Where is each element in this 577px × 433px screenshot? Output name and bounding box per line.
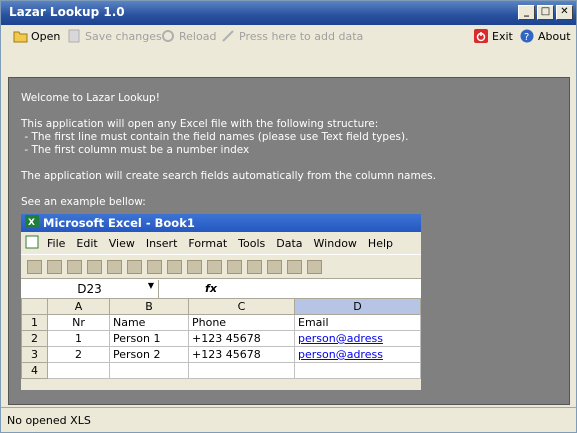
info-line-5: See an example bellow: xyxy=(21,196,146,208)
excel-tool-icon xyxy=(287,259,302,274)
excel-cell: +123 45678 xyxy=(188,346,295,363)
excel-tool-icon xyxy=(67,259,82,274)
excel-formula-bar: D23 ▼ fx xyxy=(21,278,421,298)
save-icon xyxy=(67,29,81,43)
excel-cell xyxy=(47,362,110,379)
excel-namebox-value: D23 xyxy=(77,281,102,296)
excel-cell: Person 2 xyxy=(109,346,189,363)
help-icon: ? xyxy=(520,29,534,43)
excel-title: Microsoft Excel - Book1 xyxy=(43,216,195,230)
excel-corner-cell xyxy=(21,298,48,315)
excel-menu-bar: File Edit View Insert Format Tools Data … xyxy=(21,232,421,254)
excel-row-header: 3 xyxy=(21,346,48,363)
excel-col-header: D xyxy=(294,298,421,315)
window-title: Lazar Lookup 1.0 xyxy=(9,5,125,19)
excel-tool-icon xyxy=(267,259,282,274)
add-data-button[interactable]: Press here to add data xyxy=(221,28,363,44)
save-changes-label: Save changes xyxy=(85,29,162,43)
excel-col-header: C xyxy=(188,298,295,315)
excel-cell: Person 1 xyxy=(109,330,189,347)
excel-menu-item: Data xyxy=(276,236,303,250)
add-data-icon xyxy=(221,29,235,43)
excel-row-header: 1 xyxy=(21,314,48,331)
excel-tool-icon xyxy=(87,259,102,274)
open-label: Open xyxy=(31,29,61,43)
toolbar: Open Save changes Reload Press here to a… xyxy=(1,25,576,47)
excel-cell: Name xyxy=(109,314,189,331)
excel-tool-icon xyxy=(147,259,162,274)
excel-tool-icon xyxy=(227,259,242,274)
excel-tool-icon xyxy=(247,259,262,274)
excel-cell: person@adress xyxy=(294,346,421,363)
chevron-down-icon: ▼ xyxy=(147,280,154,290)
excel-cell: Nr xyxy=(47,314,110,331)
excel-menu-item: Window xyxy=(313,236,357,250)
about-label: About xyxy=(538,29,571,43)
excel-col-header: A xyxy=(47,298,110,315)
excel-cell: person@adress xyxy=(294,330,421,347)
excel-cell: Phone xyxy=(188,314,295,331)
svg-text:X: X xyxy=(28,218,35,228)
excel-cell xyxy=(109,362,189,379)
close-button[interactable]: ✕ xyxy=(556,5,573,20)
excel-menu-item: File xyxy=(47,236,66,250)
reload-label: Reload xyxy=(179,29,217,43)
excel-tool-icon xyxy=(207,259,222,274)
excel-namebox: D23 ▼ xyxy=(21,279,159,298)
excel-fx-label: fx xyxy=(205,282,217,295)
excel-menu-item: Insert xyxy=(145,236,178,250)
excel-cell xyxy=(294,362,421,379)
excel-cell: Email xyxy=(294,314,421,331)
status-text: No opened XLS xyxy=(7,414,91,427)
exit-button[interactable]: Exit xyxy=(474,28,513,44)
excel-tool-icon xyxy=(47,259,62,274)
reload-button[interactable]: Reload xyxy=(161,28,216,44)
minimize-button[interactable]: _ xyxy=(518,5,535,20)
excel-cell: 2 xyxy=(47,346,110,363)
excel-menu-item: Help xyxy=(367,236,393,250)
app-window: Lazar Lookup 1.0 _ □ ✕ Open Save changes… xyxy=(0,0,577,433)
excel-title-bar: X Microsoft Excel - Book1 xyxy=(21,214,421,232)
power-icon xyxy=(474,29,488,43)
excel-tool-icon xyxy=(27,259,42,274)
excel-tool-icon xyxy=(107,259,122,274)
excel-cell: 1 xyxy=(47,330,110,347)
add-data-label: Press here to add data xyxy=(239,29,364,43)
excel-tool-icon xyxy=(167,259,182,274)
info-line-3: - The first column must be a number inde… xyxy=(21,144,250,156)
excel-logo-icon: X xyxy=(25,215,39,231)
info-line-2: - The first line must contain the field … xyxy=(21,131,409,143)
excel-col-header: B xyxy=(109,298,189,315)
main-panel: Welcome to Lazar Lookup! This applicatio… xyxy=(8,77,570,405)
title-bar: Lazar Lookup 1.0 _ □ ✕ xyxy=(1,1,576,25)
excel-tool-icon xyxy=(127,259,142,274)
excel-tool-icon xyxy=(187,259,202,274)
excel-menu-item: Edit xyxy=(76,236,98,250)
excel-toolbar xyxy=(21,254,421,278)
excel-menu-item: View xyxy=(108,236,135,250)
excel-grid: A B C D 1 Nr Name Phone Email 2 1 Person… xyxy=(21,298,421,379)
reload-icon xyxy=(161,29,175,43)
excel-cell: +123 45678 xyxy=(188,330,295,347)
status-bar: No opened XLS xyxy=(1,407,576,432)
excel-row-header: 4 xyxy=(21,362,48,379)
excel-menu-item: Format xyxy=(188,236,228,250)
excel-example-image: X Microsoft Excel - Book1 File Edit View… xyxy=(21,214,421,390)
excel-row-header: 2 xyxy=(21,330,48,347)
folder-icon xyxy=(13,29,28,43)
welcome-text: Welcome to Lazar Lookup! xyxy=(21,92,160,104)
about-button[interactable]: ? About xyxy=(520,28,571,44)
excel-cell xyxy=(188,362,295,379)
info-line-1: This application will open any Excel fil… xyxy=(21,118,379,130)
open-button[interactable]: Open xyxy=(13,28,60,44)
info-line-4: The application will create search field… xyxy=(21,170,436,182)
svg-text:?: ? xyxy=(524,32,529,43)
excel-doc-icon xyxy=(25,235,39,252)
excel-menu-item: Tools xyxy=(238,236,266,250)
maximize-button[interactable]: □ xyxy=(537,5,554,20)
save-changes-button[interactable]: Save changes xyxy=(67,28,162,44)
exit-label: Exit xyxy=(492,29,513,43)
excel-tool-icon xyxy=(307,259,322,274)
